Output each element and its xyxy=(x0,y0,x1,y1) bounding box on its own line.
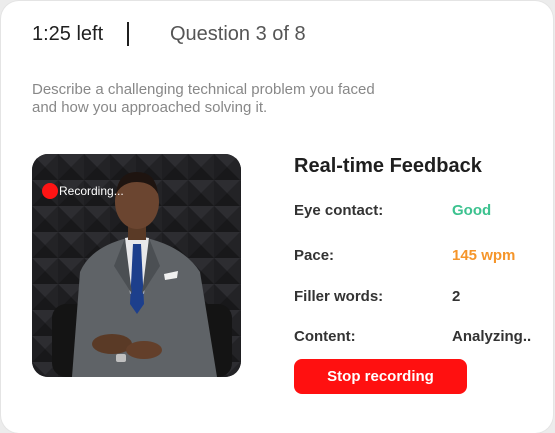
question-line-1: Describe a challenging technical problem… xyxy=(32,81,375,98)
header-divider xyxy=(127,22,129,46)
interview-card: 1:25 left Question 3 of 8 Describe a cha… xyxy=(1,1,553,433)
eye-contact-label: Eye contact: xyxy=(294,202,384,219)
camera-preview: Recording... xyxy=(32,154,241,377)
recording-indicator: Recording... xyxy=(42,183,124,199)
recording-label: Recording... xyxy=(59,184,124,198)
content-value: Analyzing.. xyxy=(452,328,532,345)
content-label: Content: xyxy=(294,328,356,345)
pace-value: 145 wpm xyxy=(452,247,516,264)
filler-words-label: Filler words: xyxy=(294,288,384,305)
time-remaining: 1:25 left xyxy=(32,23,104,45)
pace-label: Pace: xyxy=(294,247,335,264)
question-line-2: and how you approached solving it. xyxy=(32,99,268,116)
question-counter: Question 3 of 8 xyxy=(170,23,306,45)
record-dot-icon xyxy=(42,183,58,199)
eye-contact-value: Good xyxy=(452,202,492,219)
question-prompt: Describe a challenging technical problem… xyxy=(32,81,442,117)
stop-recording-button[interactable]: Stop recording xyxy=(294,359,467,394)
feedback-title: Real-time Feedback xyxy=(294,155,482,177)
filler-words-value: 2 xyxy=(452,288,461,305)
